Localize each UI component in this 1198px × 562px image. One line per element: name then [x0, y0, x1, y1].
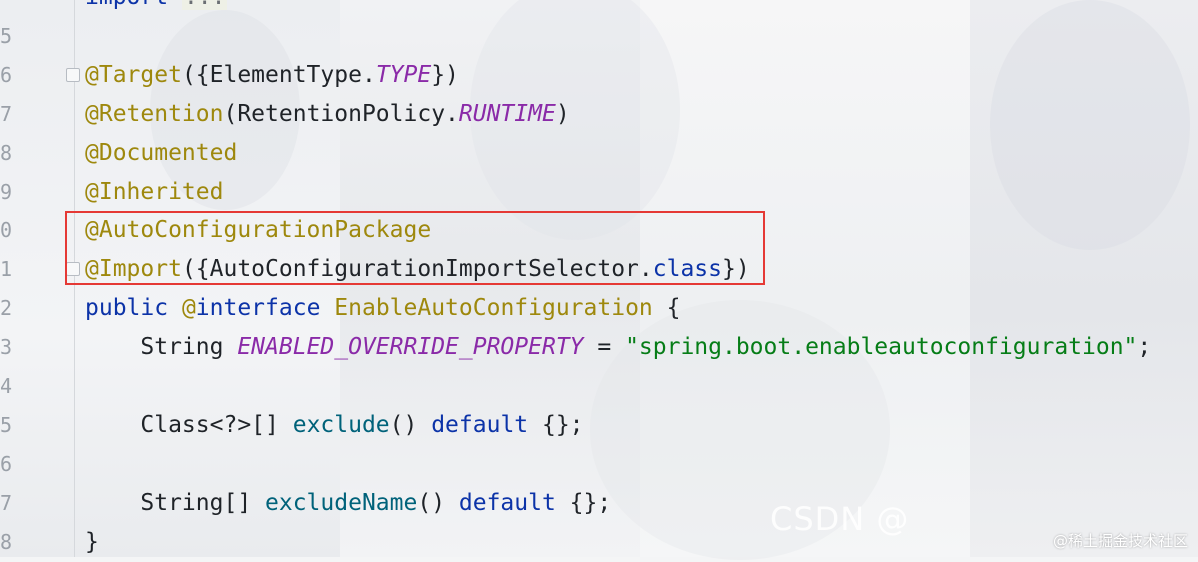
csdn-watermark: CSDN @	[770, 500, 910, 538]
code-token: EnableAutoConfiguration	[334, 295, 653, 322]
code-token: @Documented	[85, 139, 238, 166]
code-token: ;	[1137, 334, 1152, 361]
code-token: RUNTIME	[458, 100, 556, 127]
code-text: String[] excludeName() default {};	[85, 484, 611, 523]
code-token: default	[431, 411, 529, 438]
code-text: @Target({ElementType.TYPE})	[85, 56, 459, 95]
line-number: 5	[0, 23, 13, 48]
code-token: @Target	[85, 61, 182, 88]
line-number: 6	[0, 451, 13, 476]
code-token: (RetentionPolicy.	[223, 100, 459, 127]
line-number: 4	[0, 374, 13, 398]
line-number: 8	[0, 529, 13, 554]
line-number: 5	[0, 412, 13, 437]
code-text: @Documented	[85, 134, 237, 173]
code-line[interactable]: 5	[0, 17, 1198, 56]
code-token: =	[583, 334, 626, 361]
code-token: import	[85, 0, 182, 10]
line-number: 9	[0, 179, 13, 204]
fold-marker-icon[interactable]	[66, 67, 80, 82]
code-line[interactable]: 6	[0, 445, 1198, 484]
code-text: public @interface EnableAutoConfiguratio…	[85, 289, 680, 328]
code-text: }	[85, 523, 99, 562]
code-token: default	[458, 489, 556, 516]
code-token: excludeName	[265, 489, 418, 516]
code-line[interactable]: 9 @Inherited	[0, 173, 1198, 212]
juejin-watermark: @稀土掘金技术社区	[1052, 532, 1188, 550]
code-token: String[]	[85, 489, 266, 516]
line-number: 0	[0, 218, 13, 243]
code-text: String ENABLED_OVERRIDE_PROPERTY = "spri…	[85, 328, 1151, 367]
code-token: {};	[528, 411, 584, 438]
code-token: ENABLED_OVERRIDE_PROPERTY	[237, 334, 584, 361]
code-token: ({ElementType.	[181, 61, 376, 88]
line-number: 8	[0, 140, 13, 165]
code-line[interactable]: 3 String ENABLED_OVERRIDE_PROPERTY = "sp…	[0, 328, 1198, 367]
code-token: interface	[195, 295, 335, 322]
code-token: )	[555, 100, 570, 127]
code-line[interactable]: 8}	[0, 523, 1198, 562]
code-line[interactable]: 2 public @interface EnableAutoConfigurati…	[0, 289, 1198, 328]
code-token: ()	[389, 411, 432, 438]
line-number: 6	[0, 62, 13, 87]
code-line[interactable]: 7 @Retention(RetentionPolicy.RUNTIME)	[0, 95, 1198, 134]
code-token: ()	[417, 489, 459, 516]
code-token: public	[85, 295, 182, 322]
code-token: @Retention	[85, 100, 224, 127]
code-line[interactable]: 6 @Target({ElementType.TYPE})	[0, 56, 1198, 95]
code-text: import ...	[85, 0, 228, 17]
code-line[interactable]: 7 String[] excludeName() default {};	[0, 484, 1198, 523]
line-number: 2	[0, 296, 13, 321]
code-token: @Inherited	[85, 178, 224, 205]
code-token: TYPE	[375, 61, 432, 88]
code-line[interactable]: 8 @Documented	[0, 134, 1198, 173]
code-text: @Retention(RetentionPolicy.RUNTIME)	[85, 95, 570, 134]
line-number: 3	[0, 335, 13, 360]
annotation-highlight-box	[65, 211, 765, 285]
code-text: @Inherited	[85, 173, 223, 212]
code-token: })	[431, 61, 459, 88]
line-number: 1	[0, 257, 13, 282]
code-token: }	[85, 528, 99, 555]
code-token: Class<?>[]	[85, 411, 293, 438]
code-token: ...	[181, 0, 228, 10]
code-token: {	[652, 295, 681, 322]
code-token: {};	[555, 489, 612, 516]
code-token: @	[181, 295, 196, 322]
line-number: 7	[0, 490, 13, 515]
code-token: exclude	[292, 411, 390, 438]
line-number: 7	[0, 101, 13, 126]
code-line[interactable]: 5 Class<?>[] exclude() default {};	[0, 406, 1198, 445]
code-token: "spring.boot.enableautoconfiguration"	[625, 334, 1138, 361]
code-line[interactable]: import ...	[0, 0, 1198, 17]
code-line[interactable]: 4	[0, 367, 1198, 406]
code-text: Class<?>[] exclude() default {};	[85, 406, 584, 445]
code-token: String	[85, 334, 238, 361]
